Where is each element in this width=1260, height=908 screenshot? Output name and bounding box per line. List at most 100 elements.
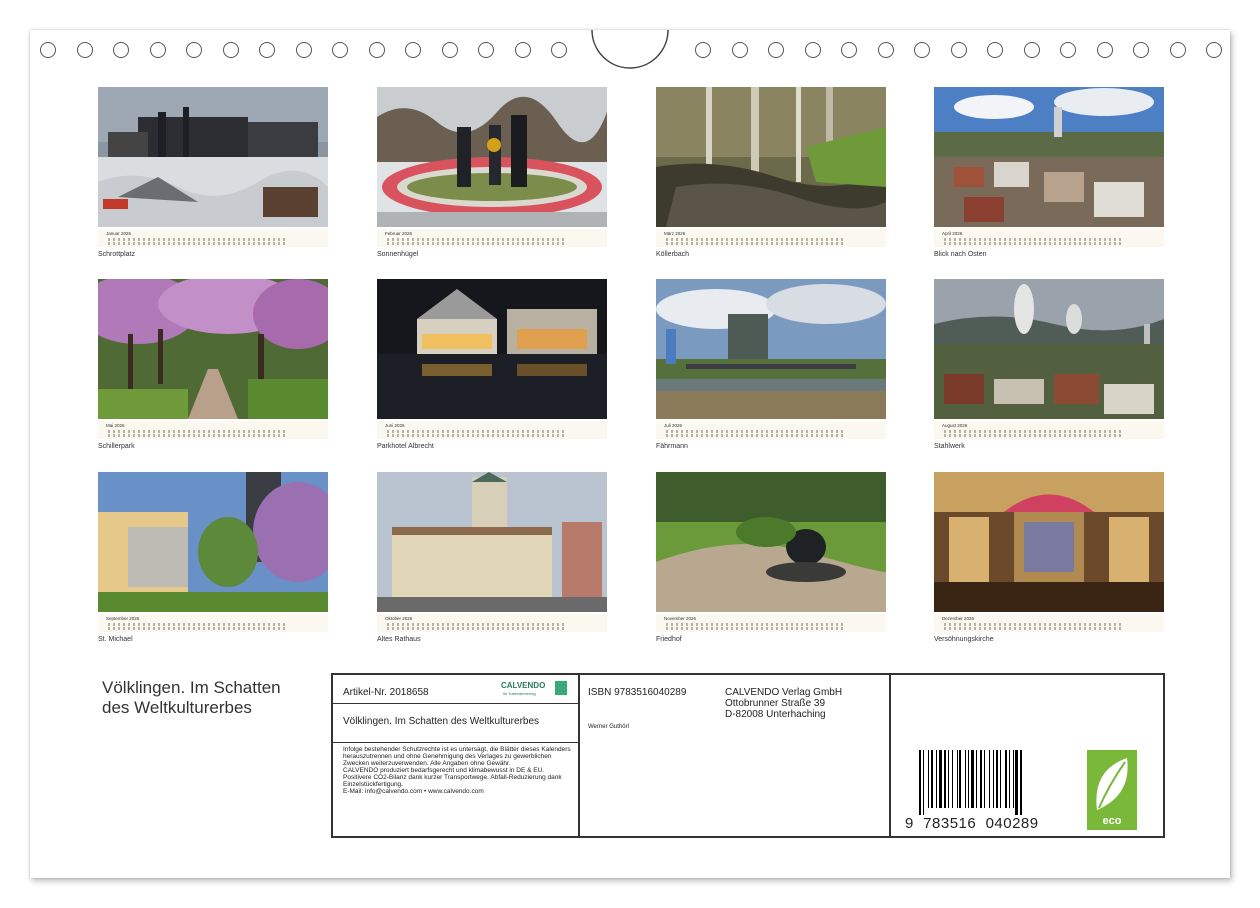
barcode-bar: [968, 750, 970, 808]
legal-notice: Infolge bestehender Schutzrechte ist es …: [343, 746, 573, 795]
isbn: ISBN 9783516040289: [588, 687, 687, 698]
eco-text: CALVENDO produziert bedarfsgerecht und k…: [343, 767, 562, 788]
barcode: [919, 750, 1051, 815]
photo-caption: St. Michael: [98, 636, 133, 643]
product-title: Völklingen. Im Schatten des Weltkulturer…: [343, 716, 540, 727]
calvendo-logo: CALVENDO: [501, 681, 546, 690]
photo-october: [377, 472, 607, 612]
calendar-strip: Dezember 2026: [934, 614, 1164, 632]
binding-hole: [113, 42, 129, 58]
barcode-bar: [993, 750, 995, 808]
info-panel: Artikel-Nr. 2018658 CALVENDO Ihr Kalende…: [331, 673, 1165, 838]
binding-hole: [405, 42, 421, 58]
month-name: Juli 2026: [664, 423, 683, 428]
binding-hole: [805, 42, 821, 58]
barcode-bar: [1008, 750, 1010, 808]
barcode-bar: [964, 750, 966, 808]
binding-hole: [40, 42, 56, 58]
barcode-digits: 9 783516 040289: [905, 815, 1039, 832]
binding-hole: [259, 42, 275, 58]
barcode-bar: [980, 750, 983, 808]
photo-february: [377, 87, 607, 227]
binding-hole: [841, 42, 857, 58]
binding-hole: [732, 42, 748, 58]
binding-hole: [296, 42, 312, 58]
calendar-title: Völklingen. Im Schatten des Weltkulturer…: [102, 678, 281, 717]
publisher-city: D-82008 Unterhaching: [725, 709, 826, 720]
info-column-right: 9 783516 040289 eco: [891, 675, 1165, 836]
calendar-strip: Februar 2026: [377, 229, 607, 247]
photo-caption: Blick nach Osten: [934, 251, 987, 258]
binding-hole: [332, 42, 348, 58]
legal-text: Infolge bestehender Schutzrechte ist es …: [343, 746, 571, 767]
barcode-bar: [919, 750, 921, 815]
publisher-street: Ottobrunner Straße 39: [725, 698, 826, 709]
photo-caption: Parkhotel Albrecht: [377, 443, 434, 450]
month-name: Oktober 2026: [385, 616, 413, 621]
photo-january: [98, 87, 328, 227]
photo-august: [934, 279, 1164, 419]
calendar-strip: November 2026: [656, 614, 886, 632]
photo-caption: Altes Rathaus: [377, 636, 421, 643]
photo-caption: Schillerpark: [98, 443, 135, 450]
binding-hole: [768, 42, 784, 58]
photo-april: [934, 87, 1164, 227]
calendar-strip: Januar 2026: [98, 229, 328, 247]
publisher-name: CALVENDO Verlag GmbH: [725, 687, 843, 698]
binding-hole: [1097, 42, 1113, 58]
binding-hole: [1060, 42, 1076, 58]
photo-july: [656, 279, 886, 419]
calendar-strip: April 2026: [934, 229, 1164, 247]
article-number: Artikel-Nr. 2018658: [343, 687, 429, 698]
author: Werner Guthörl: [588, 724, 629, 730]
barcode-bar: [935, 750, 937, 808]
photo-caption: Versöhnungskirche: [934, 636, 994, 643]
month-name: November 2026: [664, 616, 697, 621]
barcode-bar: [976, 750, 978, 808]
contact-text: E-Mail: info@calvendo.com • www.calvendo…: [343, 788, 484, 795]
photo-september: [98, 472, 328, 612]
binding-hole: [442, 42, 458, 58]
binding-hole: [551, 42, 567, 58]
calendar-strip: Oktober 2026: [377, 614, 607, 632]
binding-hole: [1206, 42, 1222, 58]
photo-march: [656, 87, 886, 227]
month-name: April 2026: [942, 231, 963, 236]
month-name: September 2026: [106, 616, 140, 621]
barcode-bar: [943, 750, 946, 808]
binding-hole: [1170, 42, 1186, 58]
photo-december: [934, 472, 1164, 612]
binding-hole: [1024, 42, 1040, 58]
barcode-bar: [959, 750, 962, 808]
barcode-bar: [938, 750, 942, 808]
photo-caption: Stahlwerk: [934, 443, 965, 450]
binding-hole: [1133, 42, 1149, 58]
hanger-cutout: [591, 29, 669, 69]
barcode-bar: [984, 750, 985, 808]
barcode-bar: [928, 750, 930, 808]
month-name: August 2026: [942, 423, 968, 428]
month-name: Februar 2026: [385, 231, 413, 236]
barcode-bar: [1015, 750, 1019, 815]
calendar-strip: Juni 2026: [377, 421, 607, 439]
month-name: Januar 2026: [106, 231, 132, 236]
calvendo-tagline: Ihr Kalenderverlag: [503, 691, 536, 696]
barcode-bar: [1012, 750, 1014, 808]
binding-hole: [695, 42, 711, 58]
photo-november: [656, 472, 886, 612]
calendar-strip: Mai 2026: [98, 421, 328, 439]
calendar-strip: März 2026: [656, 229, 886, 247]
calendar-strip: August 2026: [934, 421, 1164, 439]
barcode-bar: [999, 750, 1001, 808]
eco-logo: eco: [1087, 750, 1137, 830]
binding-hole: [878, 42, 894, 58]
barcode-bar: [1004, 750, 1007, 808]
month-name: Dezember 2026: [942, 616, 975, 621]
barcode-bar: [922, 750, 924, 815]
calvendo-logo-mark: [555, 681, 567, 695]
binding-hole: [77, 42, 93, 58]
month-name: Mai 2026: [106, 423, 125, 428]
month-name: März 2026: [664, 231, 686, 236]
binding-hole: [951, 42, 967, 58]
binding-hole: [478, 42, 494, 58]
